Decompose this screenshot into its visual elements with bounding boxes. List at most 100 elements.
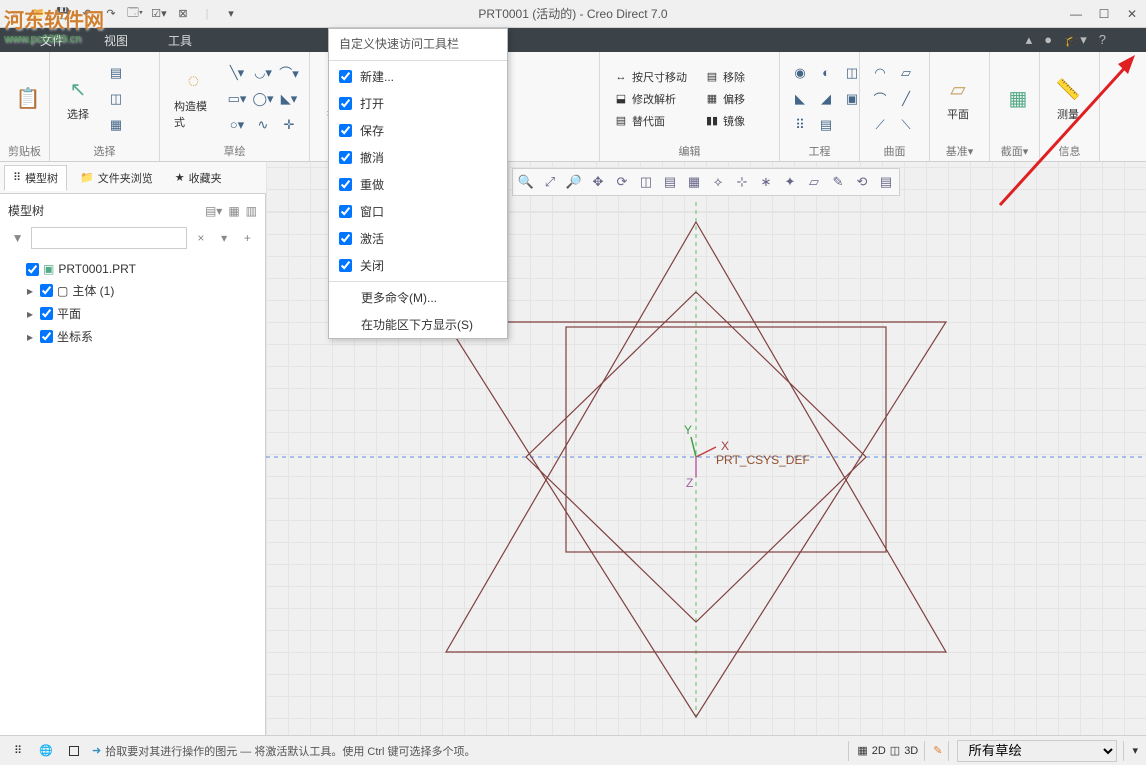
offset-button[interactable]: ▦偏移 [699, 89, 751, 109]
pattern-icon[interactable]: ⠿ [788, 113, 812, 137]
help-icon[interactable]: ? [1099, 32, 1106, 48]
dropdown-item-7[interactable]: 关闭 [329, 252, 507, 279]
surf5-icon[interactable]: ⟋ [868, 113, 892, 137]
qat-close-icon[interactable]: ⊠ [172, 3, 194, 25]
root-checkbox[interactable] [26, 263, 39, 276]
tree-root[interactable]: ▣PRT0001.PRT [8, 259, 257, 279]
body-checkbox[interactable] [40, 284, 53, 297]
annot-display-icon[interactable]: ✎ [827, 171, 849, 193]
dropdown-checkbox-5[interactable] [339, 205, 352, 218]
surf4-icon[interactable]: ╱ [894, 87, 918, 111]
display-style-icon[interactable]: ▦ [683, 171, 705, 193]
add-filter-icon[interactable]: + [238, 228, 257, 248]
filter-icon[interactable]: ▼ [8, 228, 27, 248]
mirror-button[interactable]: ▮▮镜像 [699, 111, 751, 131]
point-icon[interactable]: ✛ [277, 113, 301, 137]
qat-new-icon[interactable]: ▫ [4, 3, 26, 25]
dropdown-more-commands[interactable]: 更多命令(M)... [329, 284, 507, 311]
tree-body[interactable]: ▸▢主体 (1) [22, 279, 257, 302]
qat-activate-icon[interactable]: ☑▾ [148, 3, 170, 25]
dropdown-checkbox-7[interactable] [339, 259, 352, 272]
csys-checkbox[interactable] [40, 330, 53, 343]
dropdown-item-2[interactable]: 保存 [329, 117, 507, 144]
section-button[interactable]: ▦ [998, 81, 1038, 117]
tab-tools[interactable]: 工具 [168, 32, 192, 49]
size-move-button[interactable]: ↔按尺寸移动 [608, 67, 693, 87]
surf1-icon[interactable]: ◠ [868, 61, 892, 85]
tab-folder-browse[interactable]: 📁文件夹浏览 [71, 165, 162, 191]
chamfer-icon[interactable]: ◣▾ [277, 87, 301, 111]
plane-checkbox[interactable] [40, 307, 53, 320]
qat-window-icon[interactable]: 🗔▾ [124, 3, 146, 25]
tab-favorites[interactable]: ★收藏夹 [166, 165, 231, 191]
sb-grid-icon[interactable]: ⠿ [8, 741, 28, 761]
rect-icon[interactable]: ▭▾ [225, 87, 249, 111]
plane-display-icon[interactable]: ▱ [803, 171, 825, 193]
remove-button[interactable]: ▤移除 [699, 67, 751, 87]
clear-filter-icon[interactable]: × [191, 228, 210, 248]
surf6-icon[interactable]: ⟍ [894, 113, 918, 137]
zoom-fit-icon[interactable]: ⤢ [539, 171, 561, 193]
spline-icon[interactable]: ∿ [251, 113, 275, 137]
spin-icon[interactable]: ⟳ [611, 171, 633, 193]
tree-search-input[interactable] [31, 227, 187, 249]
mod-analysis-button[interactable]: ⬓修改解析 [608, 89, 693, 109]
tree-opt3-icon[interactable]: ▥ [246, 204, 257, 218]
tab-view[interactable]: 视图 [104, 32, 128, 49]
sb-more-icon[interactable]: ▾ [1132, 744, 1138, 757]
dropdown-checkbox-3[interactable] [339, 151, 352, 164]
maximize-button[interactable]: ☐ [1090, 3, 1118, 25]
dropdown-checkbox-4[interactable] [339, 178, 352, 191]
paste-button[interactable]: 📋 [8, 81, 48, 117]
datum-display-icon[interactable]: ⟡ [707, 171, 729, 193]
dropdown-checkbox-0[interactable] [339, 70, 352, 83]
point-display-icon[interactable]: ∗ [755, 171, 777, 193]
select-box-icon[interactable]: ◫ [104, 87, 128, 111]
circle-icon[interactable]: ○▾ [225, 113, 249, 137]
saved-view-icon[interactable]: ▤ [659, 171, 681, 193]
fillet-icon[interactable]: ⌒▾ [277, 61, 301, 85]
draft-icon[interactable]: ◣ [788, 87, 812, 111]
chamf-icon[interactable]: ◢ [814, 87, 838, 111]
learn-icon[interactable]: 🎓▾ [1064, 32, 1087, 48]
select-button[interactable]: ↖选择 [58, 72, 98, 126]
plane-button[interactable]: ▱平面 [938, 72, 978, 126]
dropdown-item-6[interactable]: 激活 [329, 225, 507, 252]
select-filter-icon[interactable]: ▤ [104, 61, 128, 85]
tab-file[interactable]: 文件 [40, 32, 64, 49]
dropdown-checkbox-2[interactable] [339, 124, 352, 137]
round-icon[interactable]: ◐ [814, 61, 838, 85]
mode-2d-icon[interactable]: ▦ [857, 744, 867, 757]
pan-icon[interactable]: ✥ [587, 171, 609, 193]
orient-icon[interactable]: ◫ [635, 171, 657, 193]
qat-customize-icon[interactable]: ▾ [220, 3, 242, 25]
pen-icon[interactable]: ✎ [933, 744, 942, 757]
copy-icon[interactable]: ▤ [814, 113, 838, 137]
surf3-icon[interactable]: ⌒ [868, 87, 892, 111]
dropdown-checkbox-6[interactable] [339, 232, 352, 245]
zoom-in-icon[interactable]: 🔍 [515, 171, 537, 193]
dropdown-item-1[interactable]: 打开 [329, 90, 507, 117]
csys-display-icon[interactable]: ✦ [779, 171, 801, 193]
tree-opt2-icon[interactable]: ▦ [228, 204, 239, 218]
dropdown-item-0[interactable]: 新建... [329, 63, 507, 90]
user-icon[interactable]: ● [1044, 32, 1052, 48]
sketch-filter-select[interactable]: 所有草绘 [957, 740, 1117, 762]
arc-icon[interactable]: ◡▾ [251, 61, 275, 85]
line-icon[interactable]: ╲▾ [225, 61, 249, 85]
refresh-icon[interactable]: ⟲ [851, 171, 873, 193]
ellipse-icon[interactable]: ◯▾ [251, 87, 275, 111]
qat-redo-icon[interactable]: ↷ [100, 3, 122, 25]
tree-csys[interactable]: ▸坐标系 [22, 325, 257, 348]
select-layer-icon[interactable]: ▦ [104, 113, 128, 137]
replace-face-button[interactable]: ▤替代面 [608, 111, 693, 131]
mode-3d-icon[interactable]: ◫ [890, 744, 900, 757]
zoom-out-icon[interactable]: 🔎 [563, 171, 585, 193]
minimize-button[interactable]: — [1062, 3, 1090, 25]
axis-display-icon[interactable]: ⊹ [731, 171, 753, 193]
construct-mode-button[interactable]: ◌构造模式 [168, 64, 219, 134]
sb-web-icon[interactable]: 🌐 [36, 741, 56, 761]
dropdown-show-below[interactable]: 在功能区下方显示(S) [329, 311, 507, 338]
dropdown-item-3[interactable]: 撤消 [329, 144, 507, 171]
tree-plane[interactable]: ▸平面 [22, 302, 257, 325]
